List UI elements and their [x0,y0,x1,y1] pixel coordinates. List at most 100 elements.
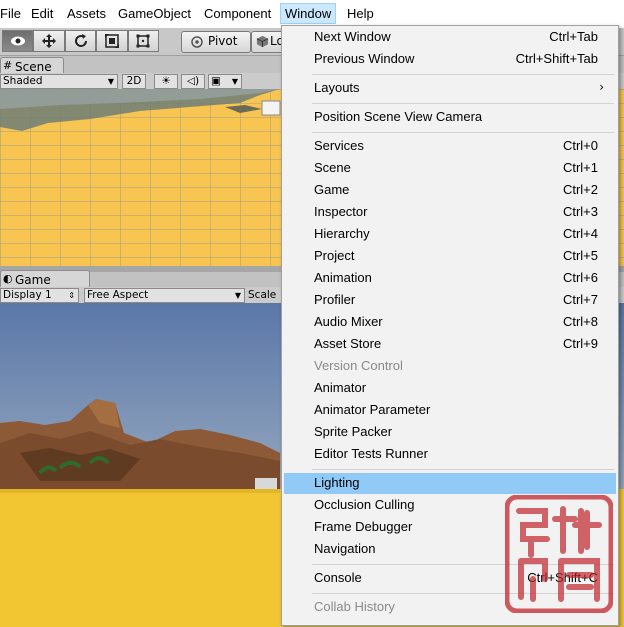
menu-item-label: Asset Store [314,336,382,351]
menu-item-layouts[interactable]: Layouts › [284,78,616,99]
chevron-down-icon: ▼ [234,291,241,300]
menu-item-label: Inspector [314,204,368,219]
menu-item-hierarchy[interactable]: Hierarchy Ctrl+4 [284,224,616,245]
menu-item-label: Previous Window [314,51,415,66]
menu-gameobject[interactable]: GameObject [118,6,191,21]
menu-item-label: Collab History [314,599,395,614]
menu-separator [312,74,614,75]
menu-item-shortcut: Ctrl+6 [562,270,598,285]
menu-item-audio-mixer[interactable]: Audio Mixer Ctrl+8 [284,312,616,333]
menu-item-shortcut: Ctrl+5 [562,248,598,263]
display-value: Display 1 [3,289,52,301]
transform-tool-group [2,30,160,52]
menu-item-shortcut: Ctrl+8 [562,314,598,329]
menu-edit[interactable]: Edit [31,6,53,21]
menu-item-lighting[interactable]: Lighting [284,473,616,494]
menu-item-scene[interactable]: Scene Ctrl+1 [284,158,616,179]
chevron-down-icon: ▼ [231,77,238,86]
pivot-label: Pivot [208,34,238,48]
image-icon: ▣ [211,75,221,87]
menu-item-profiler[interactable]: Profiler Ctrl+7 [284,290,616,311]
menu-item-shortcut: Ctrl+1 [562,160,598,175]
menu-component[interactable]: Component [204,6,271,21]
cube-icon [256,35,269,48]
aspect-dropdown[interactable]: Free Aspect ▼ [84,288,245,303]
submenu-arrow-icon: › [599,80,604,94]
scale-tool-button[interactable] [96,30,128,52]
menu-item-asset-store[interactable]: Asset Store Ctrl+9 [284,334,616,355]
menu-item-shortcut: Ctrl+4 [562,226,598,241]
menu-item-shortcut: Ctrl+9 [562,336,598,351]
menu-item-label: Lighting [314,475,360,490]
menu-assets[interactable]: Assets [67,6,106,21]
menu-item-shortcut: Ctrl+Shift+Tab [515,51,598,66]
menu-item-version-control: Version Control [284,356,616,377]
menu-item-project[interactable]: Project Ctrl+5 [284,246,616,267]
menu-item-label: Editor Tests Runner [314,446,428,461]
menu-item-shortcut: Ctrl+0 [562,138,598,153]
menu-item-editor-tests-runner[interactable]: Editor Tests Runner [284,444,616,465]
shading-mode-value: Shaded [3,75,43,87]
rotate-icon [74,34,87,47]
menu-item-label: Frame Debugger [314,519,413,534]
scene-audio-toggle[interactable]: ◁) [181,74,205,89]
menu-separator [312,103,614,104]
updown-icon: ⇕ [68,291,75,300]
game-tab-label: Game [15,273,51,287]
menu-item-label: Animator [314,380,367,395]
scale-icon [104,34,119,48]
scene-tab-label: Scene [15,60,52,74]
2d-toggle-button[interactable]: 2D [122,74,146,89]
menu-item-label: Layouts [314,80,360,95]
menu-item-shortcut: Ctrl+Tab [549,29,598,44]
menu-item-animator-parameter[interactable]: Animator Parameter [284,400,616,421]
menu-window[interactable]: Window [280,3,337,24]
shading-mode-dropdown[interactable]: Shaded ▼ [0,74,118,89]
menu-item-shortcut: Ctrl+2 [562,182,598,197]
menu-item-game[interactable]: Game Ctrl+2 [284,180,616,201]
menu-item-inspector[interactable]: Inspector Ctrl+3 [284,202,616,223]
menu-item-label: Next Window [314,29,391,44]
rect-tool-button[interactable] [127,30,160,52]
display-dropdown[interactable]: Display 1 ⇕ [0,288,79,303]
scene-effects-dropdown[interactable]: ▣ ▼ [208,74,242,89]
menu-item-label: Occlusion Culling [314,497,415,512]
menu-item-label: Position Scene View Camera [314,109,483,124]
menu-item-shortcut: Ctrl+3 [562,204,598,219]
rect-transform-icon [136,34,150,48]
menu-item-label: Audio Mixer [314,314,383,329]
menu-item-animation[interactable]: Animation Ctrl+6 [284,268,616,289]
menu-item-label: Services [314,138,364,153]
menu-item-label: Game [314,182,350,197]
menu-item-label: Sprite Packer [314,424,393,439]
menu-item-label: Scene [314,160,351,175]
menu-help[interactable]: Help [347,6,374,21]
scene-grid-icon: # [3,59,13,72]
menu-item-previous-window[interactable]: Previous Window Ctrl+Shift+Tab [284,49,616,70]
sun-icon: ☀ [161,75,171,87]
move-tool-button[interactable] [33,30,65,52]
menu-file[interactable]: File [0,6,21,21]
menu-item-label: Navigation [314,541,376,556]
menu-item-position-scene-view-camera[interactable]: Position Scene View Camera [284,107,616,128]
menu-item-label: Version Control [314,358,403,373]
eye-icon [10,36,25,46]
move-arrows-icon [42,34,57,48]
scale-label: Scale [248,289,277,301]
pivot-toggle-button[interactable]: Pivot [181,31,251,53]
rotate-tool-button[interactable] [64,30,97,52]
pivot-icon [191,36,203,48]
menu-item-sprite-packer[interactable]: Sprite Packer [284,422,616,443]
menu-item-next-window[interactable]: Next Window Ctrl+Tab [284,27,616,48]
menu-item-label: Project [314,248,355,263]
view-tool-button[interactable] [2,30,34,52]
menu-item-services[interactable]: Services Ctrl+0 [284,136,616,157]
menu-item-animator[interactable]: Animator [284,378,616,399]
seal-stamp-watermark [505,495,613,613]
menu-separator [312,132,614,133]
menu-item-label: Profiler [314,292,356,307]
scene-lighting-toggle[interactable]: ☀ [154,74,178,89]
mode-2d-label: 2D [126,75,142,87]
speaker-icon: ◁) [186,75,200,87]
menubar: File Edit Assets GameObject Component Wi… [0,0,624,28]
